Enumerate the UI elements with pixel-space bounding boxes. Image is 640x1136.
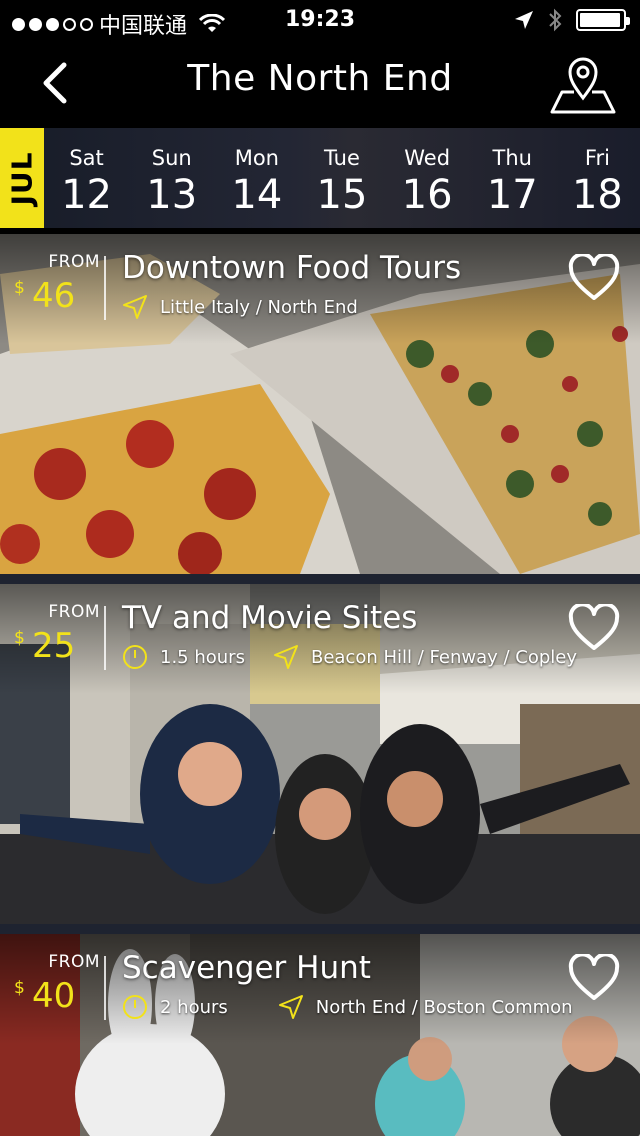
- price-divider: [104, 956, 106, 1020]
- from-label: FROM: [48, 252, 100, 272]
- tour-duration: 1.5 hours: [160, 646, 245, 668]
- favorite-heart-icon[interactable]: [568, 954, 620, 1002]
- clock-icon: [122, 994, 148, 1020]
- day-number: 16: [401, 172, 453, 218]
- tour-card-food[interactable]: FROM $46 Downtown Food Tours Little Ital…: [0, 234, 640, 574]
- day-of-week: Thu: [492, 146, 532, 170]
- day-item[interactable]: Tue 15: [299, 128, 384, 228]
- day-of-week: Tue: [324, 146, 360, 170]
- day-of-week: Sun: [151, 146, 192, 170]
- day-number: 15: [316, 172, 368, 218]
- favorite-heart-icon[interactable]: [568, 604, 620, 652]
- price-divider: [104, 606, 106, 670]
- day-item[interactable]: Fri 18: [555, 128, 640, 228]
- tour-meta: 1.5 hours Beacon Hill / Fenway / Copley: [122, 644, 577, 670]
- tour-title: TV and Movie Sites: [122, 600, 418, 636]
- day-number: 13: [146, 172, 198, 218]
- price-amount: $25: [14, 626, 76, 666]
- tour-location: North End / Boston Common: [315, 996, 573, 1018]
- price-divider: [104, 256, 106, 320]
- location-arrow-icon: [273, 644, 299, 670]
- tour-location: Beacon Hill / Fenway / Copley: [310, 646, 578, 668]
- tour-location: Little Italy / North End: [160, 296, 358, 318]
- day-item[interactable]: Sun 13: [129, 128, 214, 228]
- card-separator: [0, 924, 640, 934]
- day-number: 18: [571, 172, 623, 218]
- day-of-week: Mon: [234, 146, 279, 170]
- day-item[interactable]: Wed 16: [385, 128, 470, 228]
- from-label: FROM: [48, 602, 100, 622]
- month-label: JUL: [0, 128, 44, 228]
- location-arrow-icon: [514, 10, 534, 30]
- card-separator: [0, 574, 640, 584]
- location-arrow-icon: [122, 294, 148, 320]
- battery-icon: [576, 9, 630, 31]
- day-item[interactable]: Mon 14: [214, 128, 299, 228]
- day-of-week: Sat: [69, 146, 104, 170]
- day-item[interactable]: Thu 17: [470, 128, 555, 228]
- day-number: 17: [486, 172, 538, 218]
- from-label: FROM: [48, 952, 100, 972]
- tour-title: Downtown Food Tours: [122, 250, 462, 286]
- tour-card-scavenger[interactable]: FROM $40 Scavenger Hunt 2 hours North En…: [0, 934, 640, 1136]
- price-amount: $46: [14, 276, 76, 316]
- day-of-week: Wed: [404, 146, 451, 170]
- nav-bar: The North End: [0, 40, 640, 128]
- price-block: FROM $46: [14, 252, 100, 316]
- currency-symbol: $: [14, 978, 25, 998]
- tour-card-tv-movie[interactable]: FROM $25 TV and Movie Sites 1.5 hours Be…: [0, 584, 640, 924]
- tour-title: Scavenger Hunt: [122, 950, 371, 986]
- favorite-heart-icon[interactable]: [568, 254, 620, 302]
- page-title: The North End: [187, 58, 453, 99]
- price-block: FROM $40: [14, 952, 100, 1016]
- day-item[interactable]: Sat 12: [44, 128, 129, 228]
- price-amount: $40: [14, 976, 76, 1016]
- currency-symbol: $: [14, 628, 25, 648]
- price-block: FROM $25: [14, 602, 100, 666]
- day-number: 12: [61, 172, 113, 218]
- bluetooth-icon: [548, 8, 562, 32]
- currency-symbol: $: [14, 278, 25, 298]
- day-number: 14: [231, 172, 283, 218]
- clock-icon: [122, 644, 148, 670]
- date-strip: JUL Sat 12 Sun 13 Mon 14 Tue 15 Wed 16 Thu 17 …: [0, 128, 640, 228]
- tour-meta: 2 hours North End / Boston Common: [122, 994, 573, 1020]
- tour-duration: 2 hours: [160, 996, 228, 1018]
- status-bar: 中国联通 19:23: [0, 0, 640, 40]
- tour-meta: Little Italy / North End: [122, 294, 358, 320]
- day-list: Sat 12 Sun 13 Mon 14 Tue 15 Wed 16 Thu 17 Fri 1…: [44, 128, 640, 228]
- day-of-week: Fri: [584, 146, 610, 170]
- location-arrow-icon: [278, 994, 304, 1020]
- map-pin-icon: [550, 57, 616, 114]
- map-button[interactable]: [550, 52, 616, 116]
